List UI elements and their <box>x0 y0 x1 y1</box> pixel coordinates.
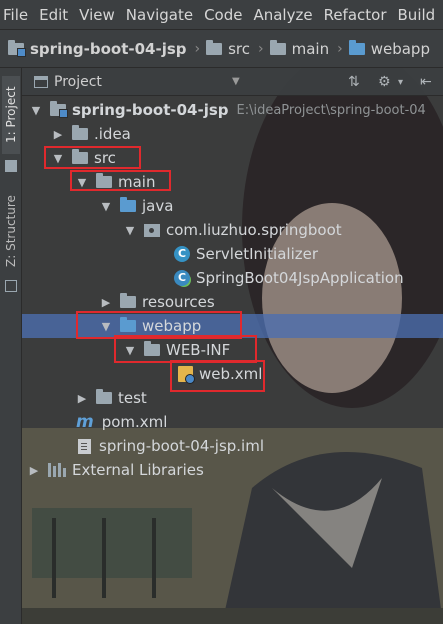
tree-label: resources <box>142 293 215 311</box>
menu-navigate[interactable]: Navigate <box>122 6 200 24</box>
module-folder-icon <box>50 101 68 118</box>
breadcrumb-item-webapp[interactable]: webapp <box>348 39 430 58</box>
folder-icon <box>269 39 286 55</box>
tree-row-idea[interactable]: ▶ .idea <box>22 122 443 146</box>
tree-label: com.liuzhuo.springboot <box>166 221 342 239</box>
tree-label: ServletInitializer <box>196 245 319 263</box>
expanded-arrow-icon[interactable]: ▼ <box>124 224 136 237</box>
breadcrumb-item-src[interactable]: src <box>206 39 251 58</box>
folder-icon <box>72 125 88 140</box>
highlight-box-main <box>70 170 171 191</box>
tree-label: java <box>142 197 174 215</box>
collapse-all-icon[interactable]: ⇅ <box>348 74 360 90</box>
tree-label: SpringBoot04JspApplication <box>196 269 404 287</box>
chevron-down-icon[interactable]: ▾ <box>398 77 403 88</box>
menu-bar: File Edit View Navigate Code Analyze Ref… <box>0 0 443 30</box>
highlight-box-web-inf <box>114 335 257 363</box>
menu-file[interactable]: File <box>0 6 35 24</box>
tab-structure[interactable]: Z: Structure <box>2 186 20 276</box>
breadcrumb-label: src <box>228 39 251 58</box>
menu-code[interactable]: Code <box>200 6 249 24</box>
project-path: E:\ideaProject\spring-boot-04 <box>236 102 426 118</box>
gear-icon[interactable]: ⚙ <box>378 74 391 90</box>
collapsed-arrow-icon[interactable]: ▶ <box>52 128 64 141</box>
project-panel: Project ▼ ⇅ ⚙ ▾ ⇤ ▼ spring-boot-04-jsp E… <box>22 68 443 624</box>
tree-row-servlet-initializer[interactable]: C ServletInitializer <box>22 242 443 266</box>
breadcrumb-item-project[interactable]: spring-boot-04-jsp <box>8 39 187 58</box>
tree-label: pom.xml <box>101 413 168 431</box>
project-icon <box>34 75 48 88</box>
tool-window-strip: 1: Project Z: Structure <box>0 68 22 624</box>
collapsed-arrow-icon[interactable]: ▶ <box>28 464 40 477</box>
maven-icon: m <box>76 412 94 432</box>
breadcrumb-label: webapp <box>370 39 430 58</box>
class-icon: C <box>174 246 190 262</box>
highlight-box-src <box>44 146 141 169</box>
web-folder-icon <box>348 39 365 55</box>
collapsed-arrow-icon[interactable]: ▶ <box>76 392 88 405</box>
menu-refactor[interactable]: Refactor <box>320 6 394 24</box>
tree-row-pom[interactable]: m pom.xml <box>22 410 443 434</box>
structure-icon <box>5 280 17 292</box>
tree-row-java[interactable]: ▼ java <box>22 194 443 218</box>
tab-project[interactable]: 1: Project <box>2 76 20 154</box>
folder-icon <box>206 39 223 55</box>
source-folder-icon <box>120 197 136 212</box>
package-icon <box>144 223 160 237</box>
tree-row-application[interactable]: C SpringBoot04JspApplication <box>22 266 443 290</box>
panel-header: Project ▼ ⇅ ⚙ ▾ ⇤ <box>22 68 443 96</box>
module-folder-icon <box>8 39 26 57</box>
project-icon <box>5 160 17 172</box>
chevron-right-icon: › <box>337 40 343 57</box>
iml-file-icon <box>78 438 91 454</box>
tree-row-project[interactable]: ▼ spring-boot-04-jsp E:\ideaProject\spri… <box>22 98 443 122</box>
expanded-arrow-icon[interactable]: ▼ <box>100 200 112 213</box>
libraries-icon <box>48 463 66 477</box>
folder-icon <box>96 389 112 404</box>
tree-label: spring-boot-04-jsp <box>72 101 229 119</box>
tree-row-package[interactable]: ▼ com.liuzhuo.springboot <box>22 218 443 242</box>
menu-build[interactable]: Build <box>394 6 443 24</box>
chevron-right-icon: › <box>258 40 264 57</box>
breadcrumb-item-main[interactable]: main <box>269 39 330 58</box>
breadcrumb-label: main <box>291 39 330 58</box>
collapsed-arrow-icon[interactable]: ▶ <box>100 296 112 309</box>
tree-label: spring-boot-04-jsp.iml <box>99 437 264 455</box>
breadcrumb-label: spring-boot-04-jsp <box>30 39 187 58</box>
tree-label: External Libraries <box>72 461 204 479</box>
resources-folder-icon <box>120 293 136 308</box>
expanded-arrow-icon[interactable]: ▼ <box>30 104 42 117</box>
spring-boot-class-icon: C <box>174 270 190 286</box>
tree-label: test <box>118 389 147 407</box>
menu-view[interactable]: View <box>75 6 122 24</box>
panel-title[interactable]: Project <box>54 74 102 90</box>
tree-row-external-libraries[interactable]: ▶ External Libraries <box>22 458 443 482</box>
hide-panel-icon[interactable]: ⇤ <box>420 74 432 90</box>
highlight-box-web-xml <box>170 360 265 392</box>
dropdown-arrow-icon[interactable]: ▼ <box>232 76 240 87</box>
tree-row-iml[interactable]: spring-boot-04-jsp.iml <box>22 434 443 458</box>
tree-label: .idea <box>94 125 131 143</box>
chevron-right-icon: › <box>194 40 201 57</box>
breadcrumb: spring-boot-04-jsp › src › main › webapp <box>0 30 443 68</box>
menu-edit[interactable]: Edit <box>35 6 75 24</box>
menu-analyze[interactable]: Analyze <box>249 6 319 24</box>
